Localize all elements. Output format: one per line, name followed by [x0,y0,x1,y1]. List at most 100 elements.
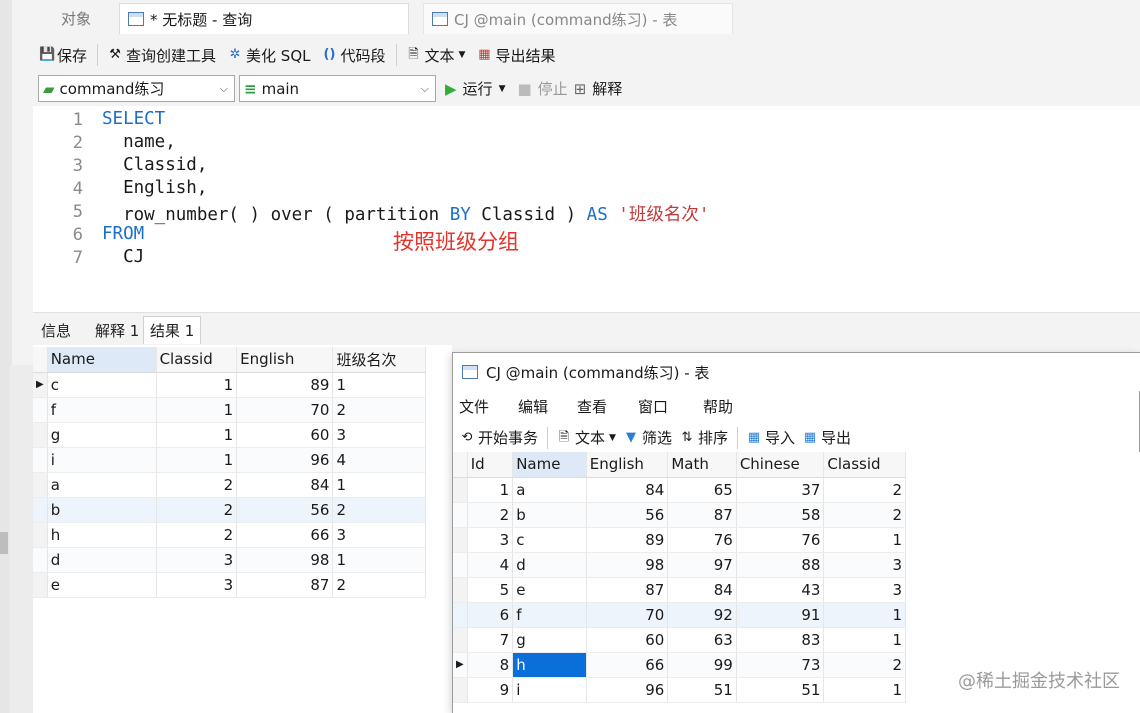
table-row[interactable]: 2 b 56 87 58 2 [453,502,906,528]
table-cell[interactable]: 1 [332,547,426,573]
table-cell[interactable]: 5 [467,577,514,603]
table-cell[interactable]: 1 [823,627,906,653]
column-header[interactable]: Name [47,347,157,373]
table-row[interactable]: 6 f 70 92 91 1 [453,602,906,628]
table-row[interactable]: a 2 84 1 [33,472,426,498]
table-cell[interactable]: 2 [156,472,238,498]
table-row[interactable]: g 1 60 3 [33,422,426,448]
sql-editor[interactable]: 1 2 3 4 5 6 7 SELECT name, Classid, Engl… [33,106,1140,312]
table-row[interactable]: 4 d 98 97 88 3 [453,552,906,578]
table-cell[interactable]: 89 [236,372,334,398]
table-cell[interactable]: f [512,602,587,628]
tab-table[interactable]: CJ @main (command练习) - 表 [423,3,733,34]
table-row[interactable]: h 2 66 3 [33,522,426,548]
table-cell[interactable]: 3 [156,572,238,598]
menu-file[interactable]: 文件 [453,396,512,417]
table-cell[interactable]: 2 [823,652,906,678]
table-cell[interactable]: 89 [586,527,669,553]
table-cell[interactable]: 96 [586,677,669,703]
run-button[interactable]: 运行 [463,78,493,99]
stop-button[interactable]: 停止 [538,78,568,99]
table-cell[interactable]: 70 [236,397,334,423]
table-row[interactable]: ▶ c 1 89 1 [33,372,426,398]
text-view-button[interactable]: 🗎 文本 ▼ [554,424,619,452]
table-cell[interactable]: 88 [736,552,825,578]
tab-query[interactable]: * 无标题 - 查询 [119,3,409,34]
table-cell[interactable]: 3 [823,552,906,578]
query-builder-button[interactable]: ⚒ 查询创建工具 [102,41,222,69]
table-cell[interactable]: 3 [156,547,238,573]
table-cell[interactable]: 99 [667,652,737,678]
snippet-button[interactable]: () 代码段 [317,41,392,69]
column-header[interactable]: English [586,452,669,478]
table-cell[interactable]: 1 [332,372,426,398]
table-data-grid[interactable]: Id Name English Math Chinese Classid 1a8… [453,452,906,703]
table-cell[interactable]: 98 [586,552,669,578]
menu-window[interactable]: 窗口 [632,396,697,417]
text-mode-button[interactable]: 🗎 文本 ▼ [401,41,472,69]
table-cell[interactable]: 1 [823,527,906,553]
table-cell[interactable]: 2 [332,572,426,598]
table-cell[interactable]: 3 [332,522,426,548]
table-cell[interactable]: 96 [236,447,334,473]
table-row[interactable]: 7 g 60 63 83 1 [453,627,906,653]
table-row[interactable]: 1 a 84 65 37 2 [453,477,906,503]
table-cell[interactable]: 1 [156,372,238,398]
table-cell[interactable]: 87 [667,502,737,528]
table-cell[interactable]: 2 [823,502,906,528]
result-grid[interactable]: Name Classid English 班级名次 ▶ c 1 89 1 f 1 70 2 g 1 6… [33,347,426,598]
table-row[interactable]: b 2 56 2 [33,497,426,523]
database-select[interactable]: ≡ main ⌵ [239,75,436,102]
tab-info[interactable]: 信息 [35,316,77,344]
chevron-down-icon[interactable]: ▼ [499,84,506,94]
table-cell[interactable]: b [512,502,587,528]
export-button[interactable]: ▦ 导出 [800,424,854,452]
table-cell[interactable]: 2 [823,477,906,503]
table-cell[interactable]: 1 [332,472,426,498]
table-row[interactable]: d 3 98 1 [33,547,426,573]
table-cell[interactable]: 56 [586,502,669,528]
table-cell[interactable]: 65 [667,477,737,503]
table-cell[interactable]: 43 [736,577,825,603]
table-cell[interactable]: g [512,627,587,653]
column-header[interactable]: Name [512,452,587,478]
table-cell[interactable]: 3 [467,527,514,553]
table-cell[interactable]: 2 [156,497,238,523]
export-results-button[interactable]: ▦ 导出结果 [471,41,561,69]
column-header[interactable]: 班级名次 [332,347,426,373]
table-cell[interactable]: 1 [823,602,906,628]
table-cell[interactable]: 1 [823,677,906,703]
table-cell[interactable]: a [512,477,587,503]
table-cell[interactable]: 66 [236,522,334,548]
table-cell[interactable]: b [47,497,157,523]
table-cell[interactable]: 63 [667,627,737,653]
table-cell[interactable]: 7 [467,627,514,653]
table-cell[interactable]: 60 [586,627,669,653]
table-cell[interactable]: 1 [156,447,238,473]
table-cell[interactable]: 76 [667,527,737,553]
tab-result[interactable]: 结果 1 [143,316,202,344]
table-cell[interactable]: 6 [467,602,514,628]
table-cell[interactable]: 51 [667,677,737,703]
table-cell[interactable]: 4 [332,447,426,473]
table-cell[interactable]: 1 [156,397,238,423]
table-cell[interactable]: 91 [736,602,825,628]
play-icon[interactable]: ▶ [445,80,457,98]
table-cell[interactable]: f [47,397,157,423]
table-cell[interactable]: g [47,422,157,448]
table-cell[interactable]: 87 [236,572,334,598]
table-cell[interactable]: 84 [586,477,669,503]
table-cell[interactable]: 2 [156,522,238,548]
save-button[interactable]: 💾 保存 [33,41,93,69]
table-cell[interactable]: 84 [236,472,334,498]
splitter-handle[interactable] [0,532,8,554]
begin-transaction-button[interactable]: ⟲ 开始事务 [457,424,541,452]
filter-button[interactable]: ▼ 筛选 [621,424,675,452]
table-cell[interactable]: 66 [586,652,669,678]
sort-button[interactable]: ⇅ 排序 [677,424,731,452]
table-row[interactable]: 9 i 96 51 51 1 [453,677,906,703]
table-cell[interactable]: e [512,577,587,603]
menu-edit[interactable]: 编辑 [512,396,571,417]
explain-button[interactable]: 解释 [592,78,622,99]
table-cell[interactable]: d [512,552,587,578]
